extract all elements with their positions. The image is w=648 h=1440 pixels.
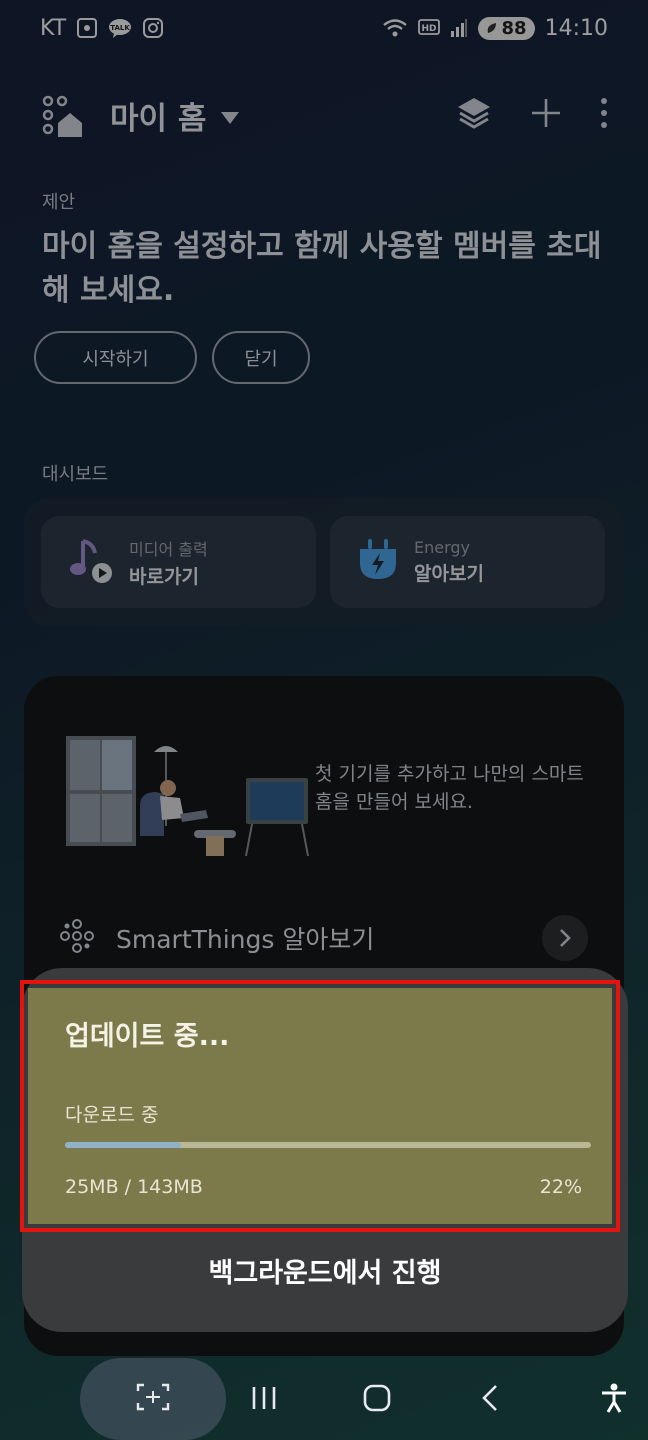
dashboard: 미디어 출력 바로가기 Energy 알아보기 — [24, 498, 624, 626]
dashboard-card-sub: 미디어 출력 — [129, 539, 208, 559]
battery-level: 88 — [501, 17, 527, 39]
screenshot-icon — [76, 17, 98, 39]
more-vert-icon[interactable] — [600, 97, 608, 133]
home-title: 마이 홈 — [110, 100, 207, 137]
add-device-message: 첫 기기를 추가하고 나만의 스마트 홈을 만들어 보세요. — [315, 763, 584, 813]
dropdown-triangle-icon — [220, 97, 240, 133]
energy-card[interactable]: Energy 알아보기 — [330, 516, 605, 608]
home-selector[interactable]: 마이 홈 — [110, 93, 240, 138]
back-icon — [480, 1383, 500, 1417]
app-header: 마이 홈 — [40, 85, 608, 145]
suggestion-text: 마이 홈을 설정하고 함께 사용할 멤버를 초대해 보세요. — [42, 229, 602, 308]
smart-home-illustration — [56, 736, 316, 866]
home-icon — [362, 1383, 392, 1417]
smartthings-explore-row[interactable]: SmartThings 알아보기 — [60, 898, 588, 978]
instagram-icon — [142, 17, 164, 39]
plus-icon[interactable] — [530, 97, 562, 133]
battery-indicator: 88 — [477, 16, 535, 40]
wifi-icon — [382, 17, 408, 39]
capture-icon — [136, 1383, 170, 1415]
carrier-label: KT — [40, 15, 67, 41]
download-progress-bar — [65, 1142, 591, 1148]
music-note-icon — [67, 535, 115, 589]
update-progress-highlight: 업데이트 중... 다운로드 중 25MB / 143MB 22% — [20, 980, 620, 1232]
start-button[interactable]: 시작하기 — [34, 331, 197, 384]
suggestion-label: 제안 — [42, 192, 76, 213]
smartthings-home-icon[interactable] — [40, 93, 84, 137]
svg-text:HD: HD — [421, 24, 436, 34]
download-progress-fill — [65, 1142, 181, 1148]
dashboard-card-main: 알아보기 — [414, 563, 484, 585]
signal-icon — [450, 18, 468, 38]
status-bar: KT TALK HD 88 14:10 — [0, 0, 648, 56]
run-in-background-button[interactable]: 백그라운드에서 진행 — [22, 1243, 628, 1297]
home-button[interactable] — [355, 1378, 399, 1422]
smartthings-explore-label: SmartThings 알아보기 — [116, 925, 375, 954]
download-size: 25MB / 143MB — [65, 1176, 203, 1198]
chevron-right-icon[interactable] — [542, 915, 588, 961]
recents-button[interactable] — [242, 1378, 286, 1422]
download-status: 다운로드 중 — [65, 1104, 159, 1126]
back-button[interactable] — [468, 1378, 512, 1422]
download-percent: 22% — [539, 1176, 582, 1198]
energy-plug-icon — [356, 537, 400, 587]
media-output-card[interactable]: 미디어 출력 바로가기 — [41, 516, 316, 608]
dashboard-label: 대시보드 — [42, 464, 109, 485]
kakaotalk-icon: TALK — [108, 17, 132, 39]
update-progress-panel: 업데이트 중... 다운로드 중 25MB / 143MB 22% — [28, 988, 612, 1224]
layers-icon[interactable] — [456, 95, 492, 135]
svg-text:TALK: TALK — [110, 24, 130, 32]
accessibility-button[interactable] — [592, 1378, 636, 1422]
smartthings-logo-icon — [60, 919, 94, 957]
clock: 14:10 — [544, 15, 608, 41]
hd-voice-icon: HD — [417, 18, 440, 38]
dashboard-card-sub: Energy — [414, 538, 471, 557]
accessibility-icon — [600, 1383, 628, 1417]
close-button[interactable]: 닫기 — [212, 331, 310, 384]
update-title: 업데이트 중... — [65, 1021, 230, 1052]
recents-icon — [250, 1384, 278, 1416]
capture-button[interactable] — [80, 1358, 226, 1440]
dashboard-card-main: 바로가기 — [129, 565, 199, 588]
navigation-bar — [0, 1358, 648, 1440]
